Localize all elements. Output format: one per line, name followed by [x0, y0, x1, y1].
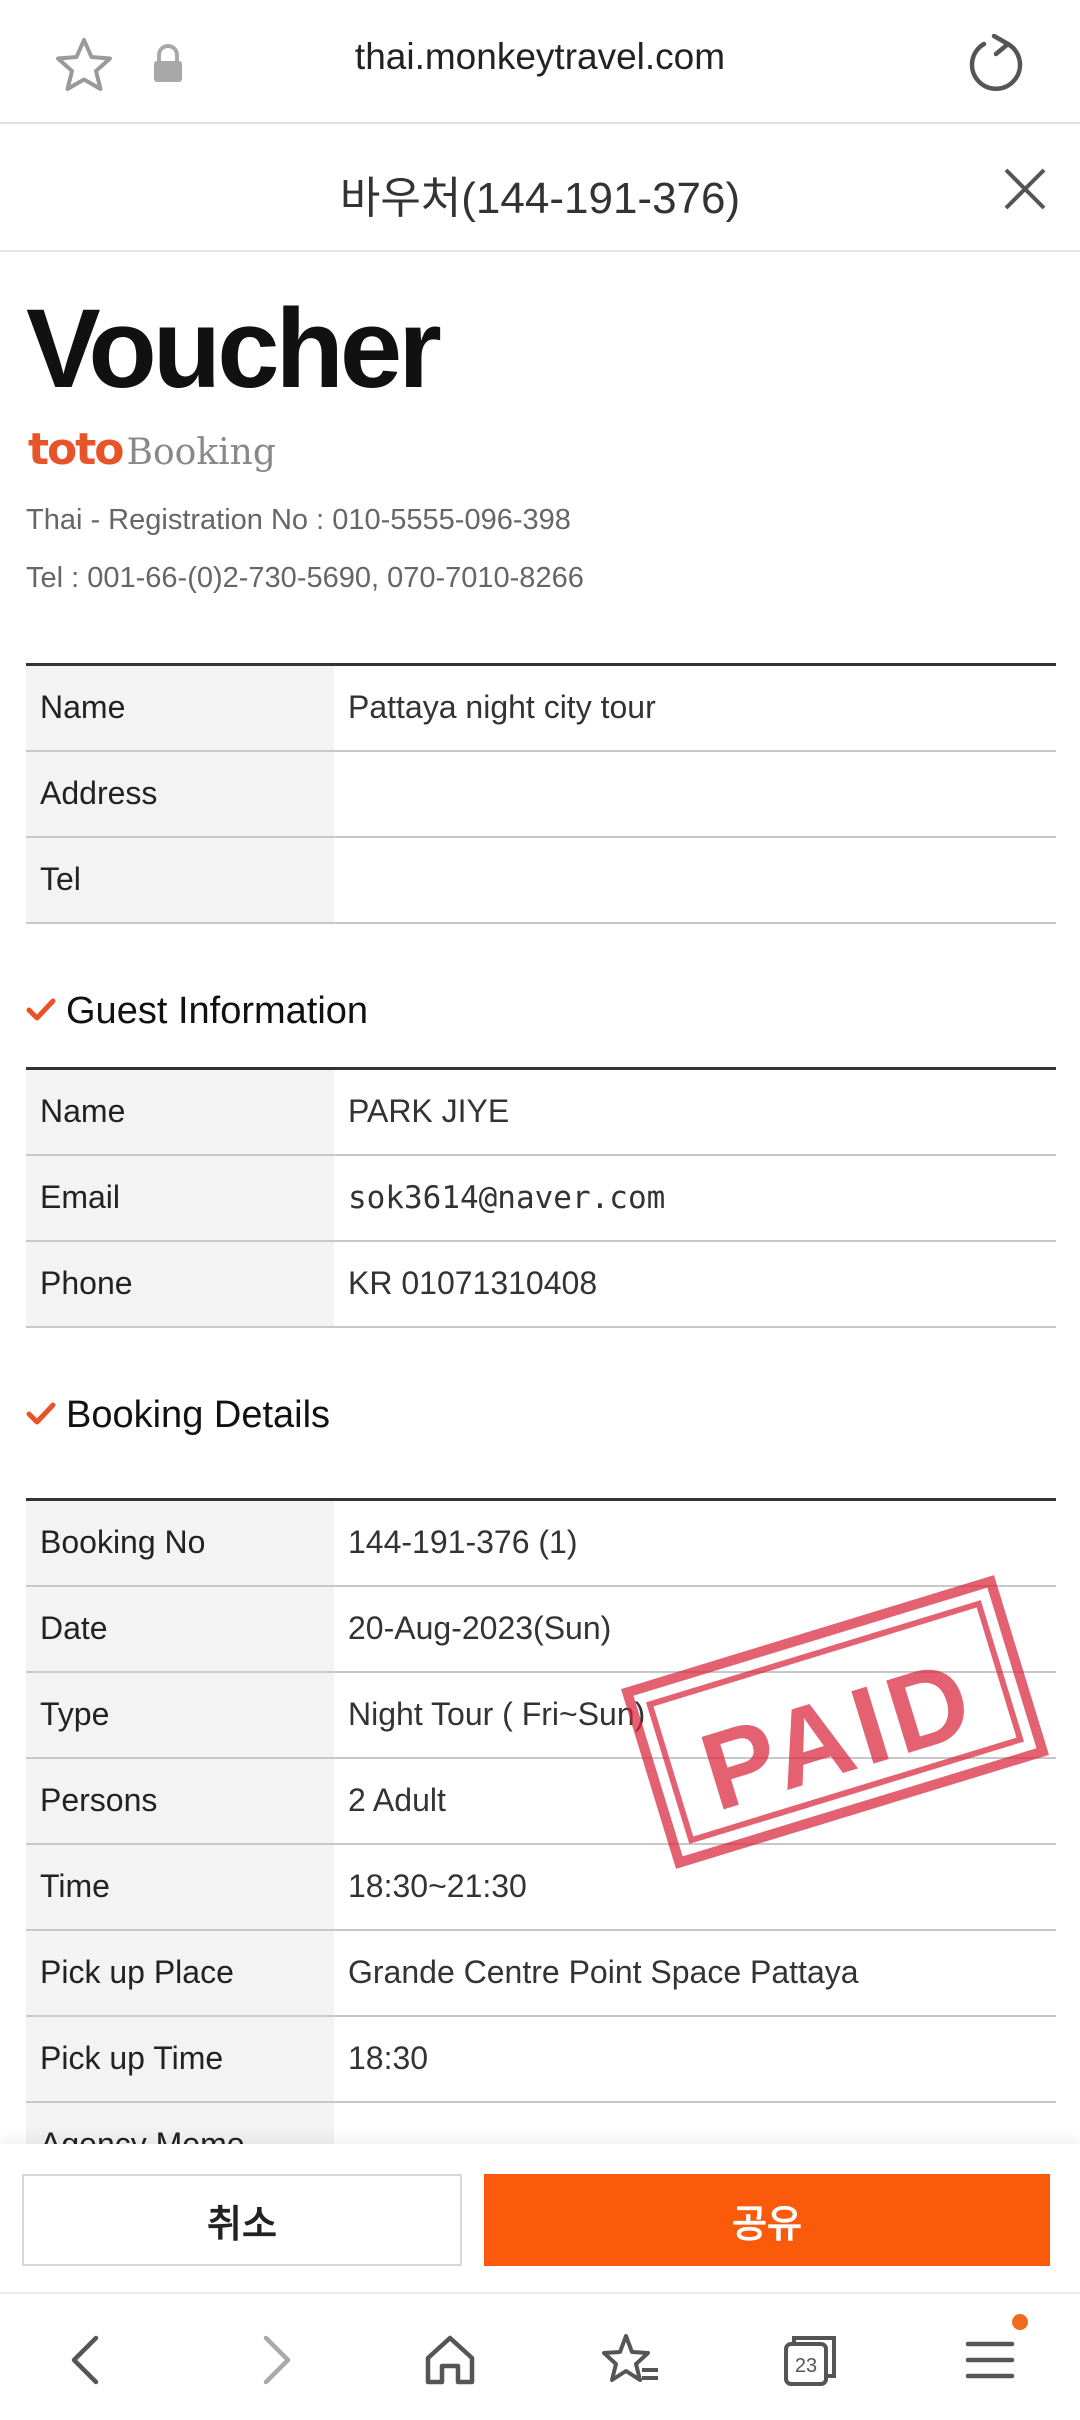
row-value: [334, 751, 1056, 837]
table-row: Time 18:30~21:30: [26, 1843, 1056, 1930]
reload-icon[interactable]: [964, 32, 1028, 96]
row-value: 18:30: [348, 2040, 429, 2076]
product-table: Name Pattaya night city tour Address Tel: [26, 663, 1056, 924]
bookmarks-icon[interactable]: [598, 2328, 662, 2392]
table-row: Booking No 144-191-376 (1): [26, 1499, 1056, 1586]
notification-dot: [1012, 2314, 1028, 2330]
cancel-button[interactable]: 취소: [22, 2174, 462, 2266]
row-value: PARK JIYE: [348, 1093, 510, 1130]
row-label: Time: [26, 1843, 334, 1930]
row-label: Name: [26, 664, 334, 751]
toto-booking-logo: toto Booking: [28, 424, 276, 475]
table-row: Name PARK JIYE: [26, 1068, 1056, 1155]
table-row: Phone KR 01071310408: [26, 1240, 1056, 1327]
row-value: Grande Centre Point Space Pattaya: [348, 1954, 859, 1990]
table-row: Address: [26, 750, 1056, 837]
table-row: Pick up Time 18:30: [26, 2015, 1056, 2102]
row-label: Agency Memo: [26, 2101, 334, 2144]
table-row: Name Pattaya night city tour: [26, 664, 1056, 751]
booking-section-title: Booking Details: [66, 1394, 331, 1436]
row-value: [334, 837, 1056, 923]
row-label: Pick up Place: [26, 1929, 334, 2016]
row-label: Booking No: [26, 1499, 334, 1586]
browser-url-bar: thai.monkeytravel.com: [0, 0, 1080, 124]
check-icon: [26, 1402, 56, 1425]
row-value: 144-191-376 (1): [348, 1524, 578, 1561]
row-value: KR 01071310408: [348, 1265, 598, 1301]
tabs-icon[interactable]: 23: [778, 2328, 842, 2392]
browser-nav-bar: 23: [0, 2292, 1080, 2420]
row-label: Email: [26, 1154, 334, 1241]
close-icon[interactable]: [1000, 164, 1050, 214]
home-icon[interactable]: [418, 2328, 482, 2392]
row-label: Address: [26, 750, 334, 837]
share-button[interactable]: 공유: [484, 2174, 1050, 2266]
row-value: [334, 2102, 1056, 2145]
row-label: Persons: [26, 1757, 334, 1844]
url-text[interactable]: thai.monkeytravel.com: [0, 36, 1080, 78]
guest-table: Name PARK JIYE Email sok3614@naver.com P…: [26, 1067, 1056, 1328]
email-value[interactable]: sok3614@naver.com: [334, 1155, 1056, 1241]
menu-icon[interactable]: [958, 2328, 1022, 2392]
company-tel: Tel : 001-66-(0)2-730-5690, 070-7010-826…: [26, 562, 584, 594]
row-label: Type: [26, 1671, 334, 1758]
table-row: Agency Memo: [26, 2101, 1056, 2145]
tab-count: 23: [795, 2355, 817, 2377]
registration-number: Thai - Registration No : 010-5555-096-39…: [26, 504, 571, 536]
row-label: Tel: [26, 836, 334, 923]
action-bar: 취소 공유: [0, 2144, 1080, 2292]
guest-section-title: Guest Information: [66, 990, 369, 1032]
guest-section-heading: Guest Information: [26, 990, 368, 1033]
row-label: Phone: [26, 1240, 334, 1327]
modal-title: 바우처(144-191-376): [339, 174, 741, 223]
table-row: Tel: [26, 836, 1056, 923]
voucher-content: Voucher toto Booking Thai - Registration …: [0, 254, 1080, 2144]
row-label: Name: [26, 1068, 334, 1155]
check-icon: [26, 998, 56, 1021]
back-icon[interactable]: [56, 2328, 120, 2392]
row-value: Pattaya night city tour: [348, 689, 656, 726]
table-row: Pick up Place Grande Centre Point Space …: [26, 1929, 1056, 2016]
booking-table: Booking No 144-191-376 (1) Date 20-Aug-2…: [26, 1498, 1056, 2144]
row-label: Pick up Time: [26, 2015, 334, 2102]
modal-header: 바우처(144-191-376): [0, 126, 1080, 252]
logo-brand: toto: [28, 424, 125, 475]
logo-suffix: Booking: [126, 432, 276, 473]
booking-section-heading: Booking Details: [26, 1394, 330, 1437]
forward-icon[interactable]: [242, 2328, 306, 2392]
row-label: Date: [26, 1585, 334, 1672]
table-row: Email sok3614@naver.com: [26, 1154, 1056, 1241]
voucher-heading: Voucher: [26, 286, 442, 411]
